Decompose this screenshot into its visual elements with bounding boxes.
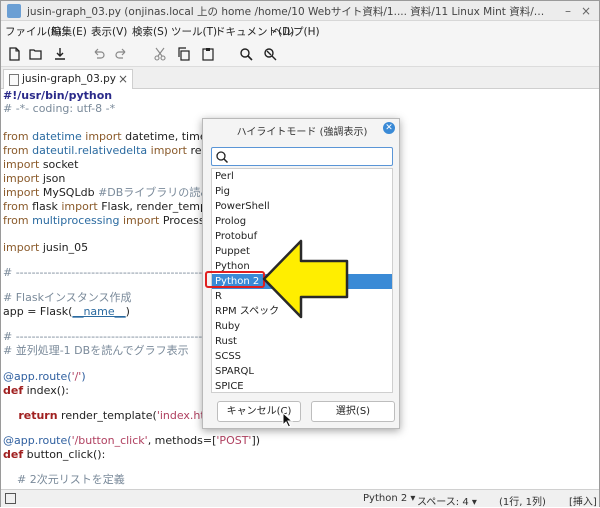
code-line: # -*- coding: utf-8 -* (3, 102, 116, 115)
code-line: @app.route('/') (3, 370, 86, 383)
tab-label: jusin-graph_03.py (22, 73, 116, 85)
list-item[interactable]: SCSS (212, 349, 392, 364)
code-line: # Flaskインスタンス作成 (3, 291, 132, 304)
menu-bar: ファイル(F) 編集(E) 表示(V) 検索(S) ツール(T) ドキュメント(… (1, 21, 599, 41)
pointer-arrow-icon (262, 239, 349, 319)
code-line: app = Flask(__name__) (3, 305, 130, 318)
title-bar: jusin-graph_03.py (onjinas.local 上の home… (1, 1, 599, 21)
list-item[interactable]: SPICE (212, 379, 392, 392)
menu-help[interactable]: ヘルプ(H) (272, 24, 320, 39)
code-line: @app.route('/button_click', methods=['PO… (3, 434, 261, 447)
code-line: # 並列処理-1 DBを読んでグラフ表示 (3, 344, 189, 357)
undo-icon[interactable] (89, 45, 107, 63)
menu-view[interactable]: 表示(V) (91, 24, 127, 39)
code-line: from multiprocessing import Process (3, 214, 205, 227)
file-icon (9, 74, 19, 86)
list-item[interactable]: Pig (212, 184, 392, 199)
tab-bar: jusin-graph_03.py × (1, 67, 599, 89)
minimize-icon[interactable]: – (561, 4, 575, 18)
list-item[interactable]: Ruby (212, 319, 392, 334)
redo-icon[interactable] (113, 45, 131, 63)
status-bar: Python 2 ▾ スペース: 4 ▾ (1行, 1列) [挿入] (1, 489, 599, 508)
menu-tools[interactable]: ツール(T) (171, 24, 217, 39)
close-window-icon[interactable]: × (579, 4, 593, 18)
copy-icon[interactable] (175, 45, 193, 63)
mouse-cursor-icon (282, 412, 294, 428)
list-item[interactable]: Prolog (212, 214, 392, 229)
code-line: #!/usr/bin/python (3, 89, 113, 102)
list-item[interactable]: SPARQL (212, 364, 392, 379)
app-icon (7, 4, 21, 18)
save-icon[interactable] (51, 45, 69, 63)
code-line: import socket (3, 158, 79, 171)
search-icon (216, 151, 229, 164)
code-line: import json (3, 172, 66, 185)
highlight-annotation-box (205, 271, 265, 288)
list-item[interactable]: Perl (212, 169, 392, 184)
code-line: return render_template('index.html') (3, 409, 226, 422)
menu-edit[interactable]: 編集(E) (51, 24, 87, 39)
search-input[interactable] (232, 149, 390, 164)
open-icon[interactable] (27, 45, 45, 63)
cursor-position: (1行, 1列) (499, 497, 546, 508)
paste-icon[interactable] (199, 45, 217, 63)
code-line: # 2次元リストを定義 (3, 473, 125, 486)
insert-mode: [挿入] (569, 497, 597, 508)
toolbar (1, 41, 599, 67)
new-file-icon[interactable] (5, 45, 23, 63)
tab-jusin-graph[interactable]: jusin-graph_03.py × (3, 69, 133, 89)
list-item[interactable]: Rust (212, 334, 392, 349)
find-icon[interactable] (237, 45, 255, 63)
sidebar-toggle-icon[interactable] (5, 493, 16, 504)
window-title: jusin-graph_03.py (onjinas.local 上の home… (27, 6, 547, 18)
code-line: import jusin_05 (3, 241, 89, 254)
language-selector[interactable]: Python 2 ▾ (363, 493, 415, 504)
code-line: from datetime import datetime, timedelta (3, 130, 235, 143)
code-line: def index(): (3, 384, 70, 397)
replace-icon[interactable] (261, 45, 279, 63)
code-line: import MySQLdb #DBライブラリの読み込み (3, 186, 234, 199)
menu-search[interactable]: 検索(S) (132, 24, 168, 39)
list-item[interactable]: PowerShell (212, 199, 392, 214)
tab-width-selector[interactable]: スペース: 4 ▾ (417, 493, 477, 508)
select-button[interactable]: 選択(S) (311, 401, 395, 422)
code-line: def button_click(): (3, 448, 106, 461)
cut-icon[interactable] (151, 45, 169, 63)
search-field[interactable] (211, 147, 393, 166)
dialog-title: ハイライトモード (強調表示) (236, 127, 368, 138)
dialog-close-icon[interactable]: ✕ (383, 122, 395, 134)
tab-close-icon[interactable]: × (118, 72, 128, 86)
